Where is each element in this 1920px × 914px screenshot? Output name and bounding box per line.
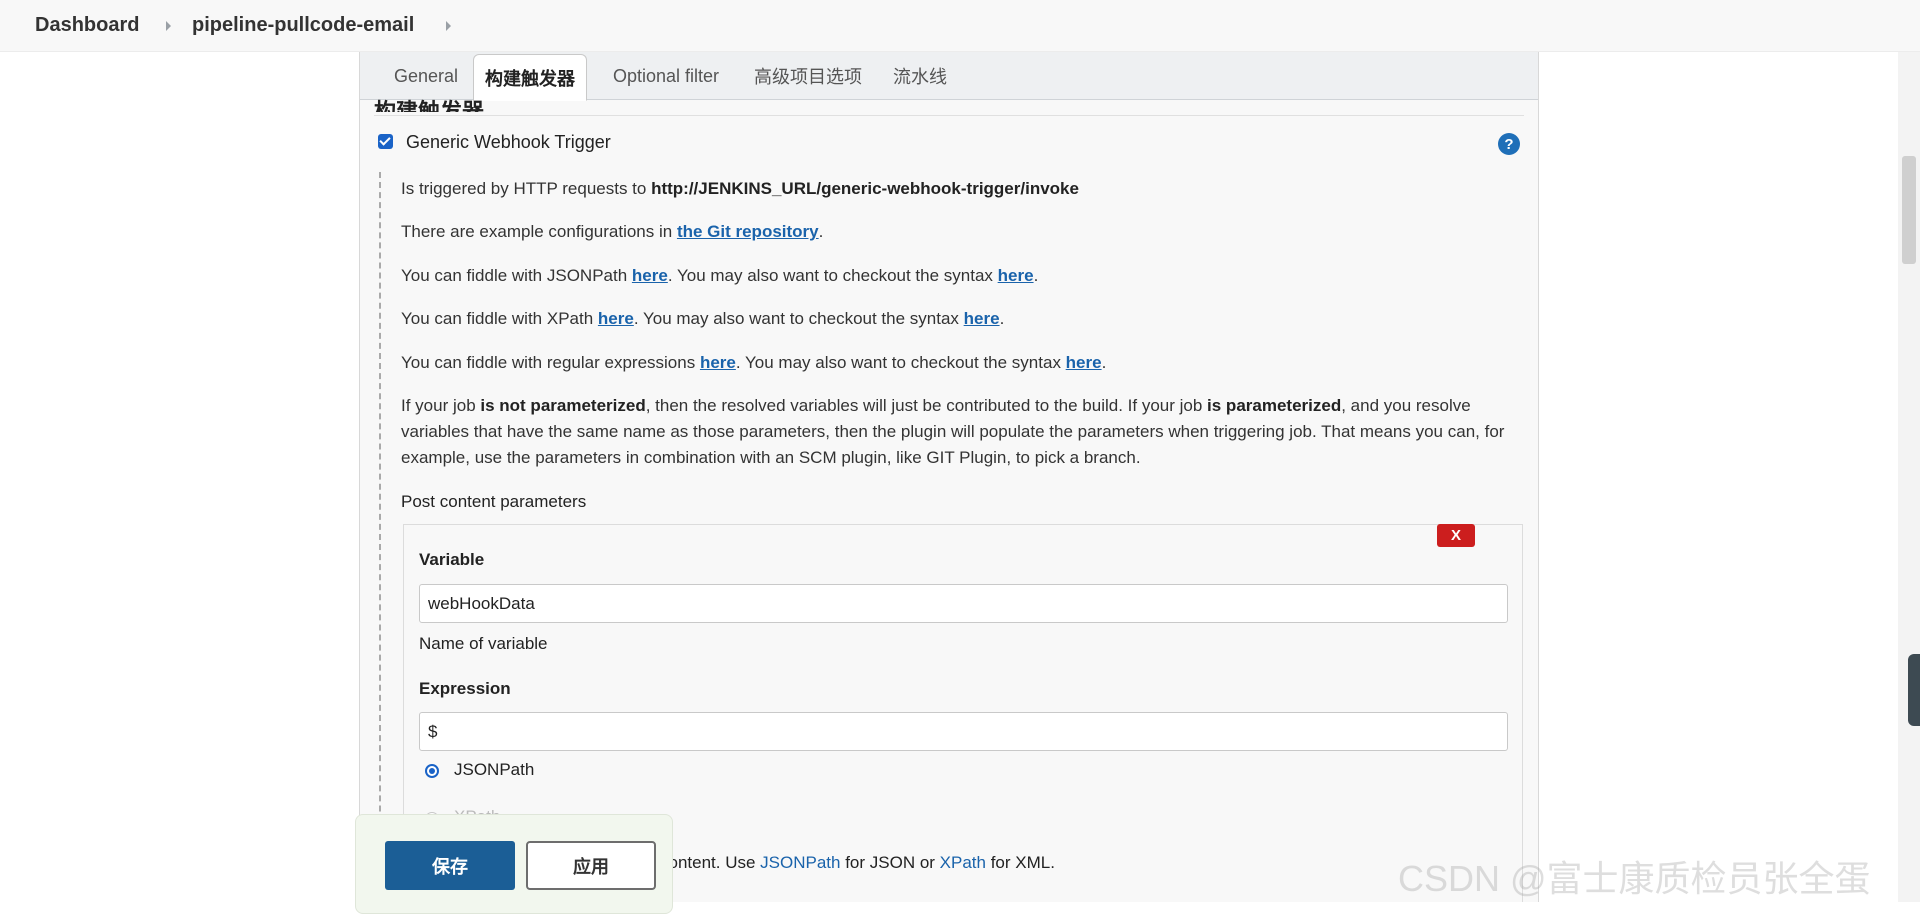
radio-jsonpath-label[interactable]: JSONPath bbox=[454, 760, 534, 780]
nested-indent-line bbox=[379, 172, 381, 902]
jsonpath-fiddle-link[interactable]: here bbox=[632, 266, 668, 285]
expression-hint: content. Use JSONPath for JSON or XPath … bbox=[660, 853, 1055, 872]
desc-trigger-url: Is triggered by HTTP requests to http://… bbox=[401, 179, 1079, 198]
tab-optional-filter[interactable]: Optional filter bbox=[596, 52, 736, 100]
tab-bar: General 构建触发器 Optional filter 高级项目选项 流水线 bbox=[360, 52, 1538, 101]
delete-param-button[interactable]: X bbox=[1437, 524, 1475, 547]
git-repository-link[interactable]: the Git repository bbox=[677, 222, 819, 241]
regex-fiddle-link[interactable]: here bbox=[700, 353, 736, 372]
tab-pipeline[interactable]: 流水线 bbox=[880, 52, 960, 100]
expression-input[interactable]: $ bbox=[419, 712, 1508, 751]
xpath-syntax-link[interactable]: here bbox=[964, 309, 1000, 328]
post-content-heading: Post content parameters bbox=[401, 492, 587, 511]
scrollbar-thumb[interactable] bbox=[1902, 156, 1916, 264]
save-button[interactable]: 保存 bbox=[385, 841, 515, 890]
apply-button[interactable]: 应用 bbox=[526, 841, 656, 890]
variable-input[interactable]: webHookData bbox=[419, 584, 1508, 623]
chevron-right-icon[interactable] bbox=[446, 21, 451, 31]
trigger-url: http://JENKINS_URL/generic-webhook-trigg… bbox=[651, 179, 1079, 198]
desc-jsonpath: You can fiddle with JSONPath here. You m… bbox=[401, 266, 1039, 285]
config-panel: General 构建触发器 Optional filter 高级项目选项 流水线… bbox=[359, 52, 1539, 902]
desc-examples: There are example configurations in the … bbox=[401, 222, 824, 241]
tab-advanced-options[interactable]: 高级项目选项 bbox=[748, 52, 868, 100]
save-bar: 保存 应用 bbox=[355, 814, 673, 914]
variable-hint: Name of variable bbox=[419, 634, 548, 653]
breadcrumb-job[interactable]: pipeline-pullcode-email bbox=[192, 14, 414, 37]
variable-label: Variable bbox=[419, 550, 485, 569]
section-title: 构建触发器 bbox=[374, 99, 485, 112]
watermark: CSDN @富士康质检员张全蛋 bbox=[1398, 858, 1871, 899]
tab-build-triggers[interactable]: 构建触发器 bbox=[473, 54, 587, 101]
hint-jsonpath-link[interactable]: JSONPath bbox=[760, 853, 840, 872]
desc-xpath: You can fiddle with XPath here. You may … bbox=[401, 309, 1005, 328]
expression-label: Expression bbox=[419, 679, 511, 698]
breadcrumb-dashboard[interactable]: Dashboard bbox=[35, 14, 139, 37]
breadcrumb: Dashboard pipeline-pullcode-email bbox=[0, 0, 1920, 52]
hint-xpath-link[interactable]: XPath bbox=[940, 853, 986, 872]
section-divider bbox=[374, 115, 1524, 116]
generic-webhook-label[interactable]: Generic Webhook Trigger bbox=[406, 132, 611, 153]
generic-webhook-checkbox[interactable] bbox=[378, 134, 393, 149]
desc-regex: You can fiddle with regular expressions … bbox=[401, 353, 1107, 372]
xpath-fiddle-link[interactable]: here bbox=[598, 309, 634, 328]
help-icon[interactable]: ? bbox=[1498, 133, 1520, 155]
radio-jsonpath[interactable] bbox=[425, 764, 439, 778]
chevron-right-icon bbox=[166, 21, 171, 31]
desc-parameterized: If your job is not parameterized, then t… bbox=[401, 396, 1505, 467]
regex-syntax-link[interactable]: here bbox=[1066, 353, 1102, 372]
side-widget-handle[interactable] bbox=[1908, 654, 1920, 726]
jsonpath-syntax-link[interactable]: here bbox=[998, 266, 1034, 285]
